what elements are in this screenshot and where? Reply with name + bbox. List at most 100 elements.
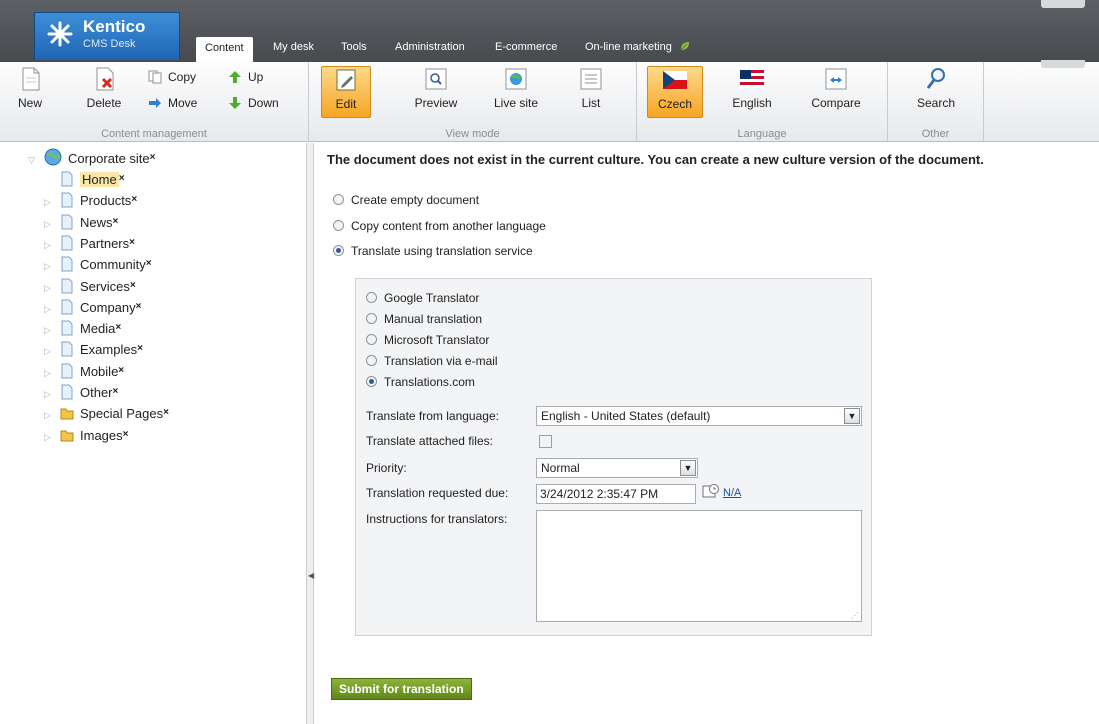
collapse-header-arrow[interactable]	[1041, 0, 1085, 8]
close-mark-icon[interactable]: ×	[118, 365, 124, 376]
close-mark-icon[interactable]: ×	[129, 237, 135, 248]
search-icon	[926, 68, 945, 89]
close-mark-icon[interactable]: ×	[131, 194, 137, 205]
close-mark-icon[interactable]: ×	[146, 258, 152, 269]
search-button[interactable]: Search	[910, 66, 962, 118]
us-flag-icon	[740, 70, 764, 88]
down-button[interactable]: Down	[228, 94, 279, 112]
tree-item-examples[interactable]: ▷ Examples×	[44, 339, 143, 359]
new-button[interactable]: New	[10, 66, 50, 118]
instructions-textarea[interactable]: ⋰	[536, 510, 862, 622]
tree-item-news[interactable]: ▷ News×	[44, 212, 118, 232]
tree-item-home[interactable]: Home ×	[44, 169, 125, 189]
radio-icon[interactable]	[366, 355, 377, 366]
move-icon	[149, 98, 161, 108]
close-mark-icon[interactable]: ×	[136, 301, 142, 312]
radio-icon[interactable]	[366, 292, 377, 303]
preview-button[interactable]: Preview	[409, 66, 463, 118]
due-date-input[interactable]: 3/24/2012 2:35:47 PM	[536, 484, 696, 504]
service-manual-translation[interactable]: Manual translation	[366, 310, 482, 328]
expand-arrow-icon[interactable]: ▷	[44, 405, 54, 425]
kentico-logo[interactable]: Kentico CMS Desk	[34, 12, 180, 60]
expand-arrow-icon[interactable]: ▷	[44, 192, 54, 212]
tree-item-services[interactable]: ▷ Services×	[44, 276, 136, 296]
close-mark-icon[interactable]: ×	[119, 173, 125, 184]
radio-selected-icon[interactable]	[366, 376, 377, 387]
close-mark-icon[interactable]: ×	[113, 216, 119, 227]
option-create-empty[interactable]: Create empty document	[333, 191, 479, 209]
chevron-down-icon[interactable]: ▼	[844, 408, 860, 424]
service-translation-email[interactable]: Translation via e-mail	[366, 352, 498, 370]
expand-arrow-icon[interactable]: ▷	[44, 235, 54, 255]
chevron-down-icon[interactable]: ▼	[680, 460, 696, 476]
tab-content[interactable]: Content	[196, 37, 253, 63]
tab-online-marketing[interactable]: On-line marketing	[576, 36, 700, 62]
close-mark-icon[interactable]: ×	[123, 429, 129, 440]
leaf-icon	[680, 42, 689, 51]
edit-button[interactable]: Edit	[321, 66, 371, 118]
list-button[interactable]: List	[571, 66, 611, 118]
due-date-label: Translation requested due:	[366, 486, 509, 500]
tree-item-special-pages[interactable]: ▷ Special Pages×	[44, 403, 169, 423]
close-mark-icon[interactable]: ×	[115, 322, 121, 333]
tree-item-products[interactable]: ▷ Products×	[44, 190, 137, 210]
radio-icon[interactable]	[333, 194, 344, 205]
compare-button[interactable]: Compare	[805, 66, 867, 118]
expand-arrow-icon[interactable]: ▷	[44, 427, 54, 447]
tab-e-commerce[interactable]: E-commerce	[486, 36, 566, 62]
close-mark-icon[interactable]: ×	[113, 386, 119, 397]
tab-my-desk[interactable]: My desk	[264, 36, 323, 62]
expand-arrow-icon[interactable]: ▷	[44, 256, 54, 276]
tab-tools[interactable]: Tools	[332, 36, 376, 62]
expand-arrow-icon[interactable]: ▽	[28, 150, 38, 170]
top-header: Kentico CMS Desk Content My desk Tools A…	[0, 0, 1099, 63]
tree-root-corporate-site[interactable]: ▽ Corporate site×	[28, 148, 156, 168]
priority-select[interactable]: Normal ▼	[536, 458, 698, 478]
resize-handle-icon[interactable]: ⋰	[851, 611, 859, 620]
tree-item-community[interactable]: ▷ Community×	[44, 254, 152, 274]
from-language-select[interactable]: English - United States (default) ▼	[536, 406, 862, 426]
tree-item-images[interactable]: ▷ Images×	[44, 425, 128, 445]
english-button[interactable]: English	[727, 66, 777, 118]
service-translations-com[interactable]: Translations.com	[366, 373, 475, 391]
tree-splitter[interactable]: ◀	[306, 143, 314, 724]
close-mark-icon[interactable]: ×	[163, 407, 169, 418]
tree-item-other[interactable]: ▷ Other×	[44, 382, 118, 402]
radio-icon[interactable]	[366, 334, 377, 345]
tree-item-mobile[interactable]: ▷ Mobile×	[44, 361, 124, 381]
expand-arrow-icon[interactable]: ▷	[44, 384, 54, 404]
service-microsoft-translator[interactable]: Microsoft Translator	[366, 331, 489, 349]
expand-arrow-icon[interactable]: ▷	[44, 341, 54, 361]
attached-files-checkbox[interactable]	[539, 435, 552, 448]
option-copy-content[interactable]: Copy content from another language	[333, 217, 546, 235]
collapse-ribbon-arrow[interactable]	[1041, 60, 1085, 68]
move-button[interactable]: Move	[148, 94, 197, 112]
tree-item-media[interactable]: ▷ Media×	[44, 318, 121, 338]
radio-icon[interactable]	[366, 313, 377, 324]
service-google-translator[interactable]: Google Translator	[366, 289, 479, 307]
tab-administration[interactable]: Administration	[386, 36, 474, 62]
czech-button[interactable]: Czech	[647, 66, 703, 118]
option-translate-service[interactable]: Translate using translation service	[333, 242, 533, 260]
live-site-button[interactable]: Live site	[487, 66, 545, 118]
expand-arrow-icon[interactable]: ▷	[44, 214, 54, 234]
delete-button[interactable]: Delete	[80, 66, 128, 118]
submit-for-translation-button[interactable]: Submit for translation	[331, 678, 472, 700]
close-mark-icon[interactable]: ×	[130, 280, 136, 291]
close-mark-icon[interactable]: ×	[150, 152, 156, 163]
document-icon	[61, 341, 73, 357]
expand-arrow-icon[interactable]: ▷	[44, 320, 54, 340]
expand-arrow-icon[interactable]: ▷	[44, 299, 54, 319]
calendar-icon[interactable]	[702, 483, 720, 499]
expand-arrow-icon[interactable]: ▷	[44, 363, 54, 383]
up-button[interactable]: Up	[228, 68, 263, 86]
copy-button[interactable]: Copy	[148, 68, 196, 86]
radio-icon[interactable]	[333, 220, 344, 231]
collapse-tree-icon[interactable]: ◀	[308, 571, 314, 580]
expand-arrow-icon[interactable]: ▷	[44, 278, 54, 298]
radio-selected-icon[interactable]	[333, 245, 344, 256]
close-mark-icon[interactable]: ×	[137, 343, 143, 354]
tree-item-company[interactable]: ▷ Company×	[44, 297, 141, 317]
due-date-na-link[interactable]: N/A	[723, 487, 741, 499]
tree-item-partners[interactable]: ▷ Partners×	[44, 233, 135, 253]
